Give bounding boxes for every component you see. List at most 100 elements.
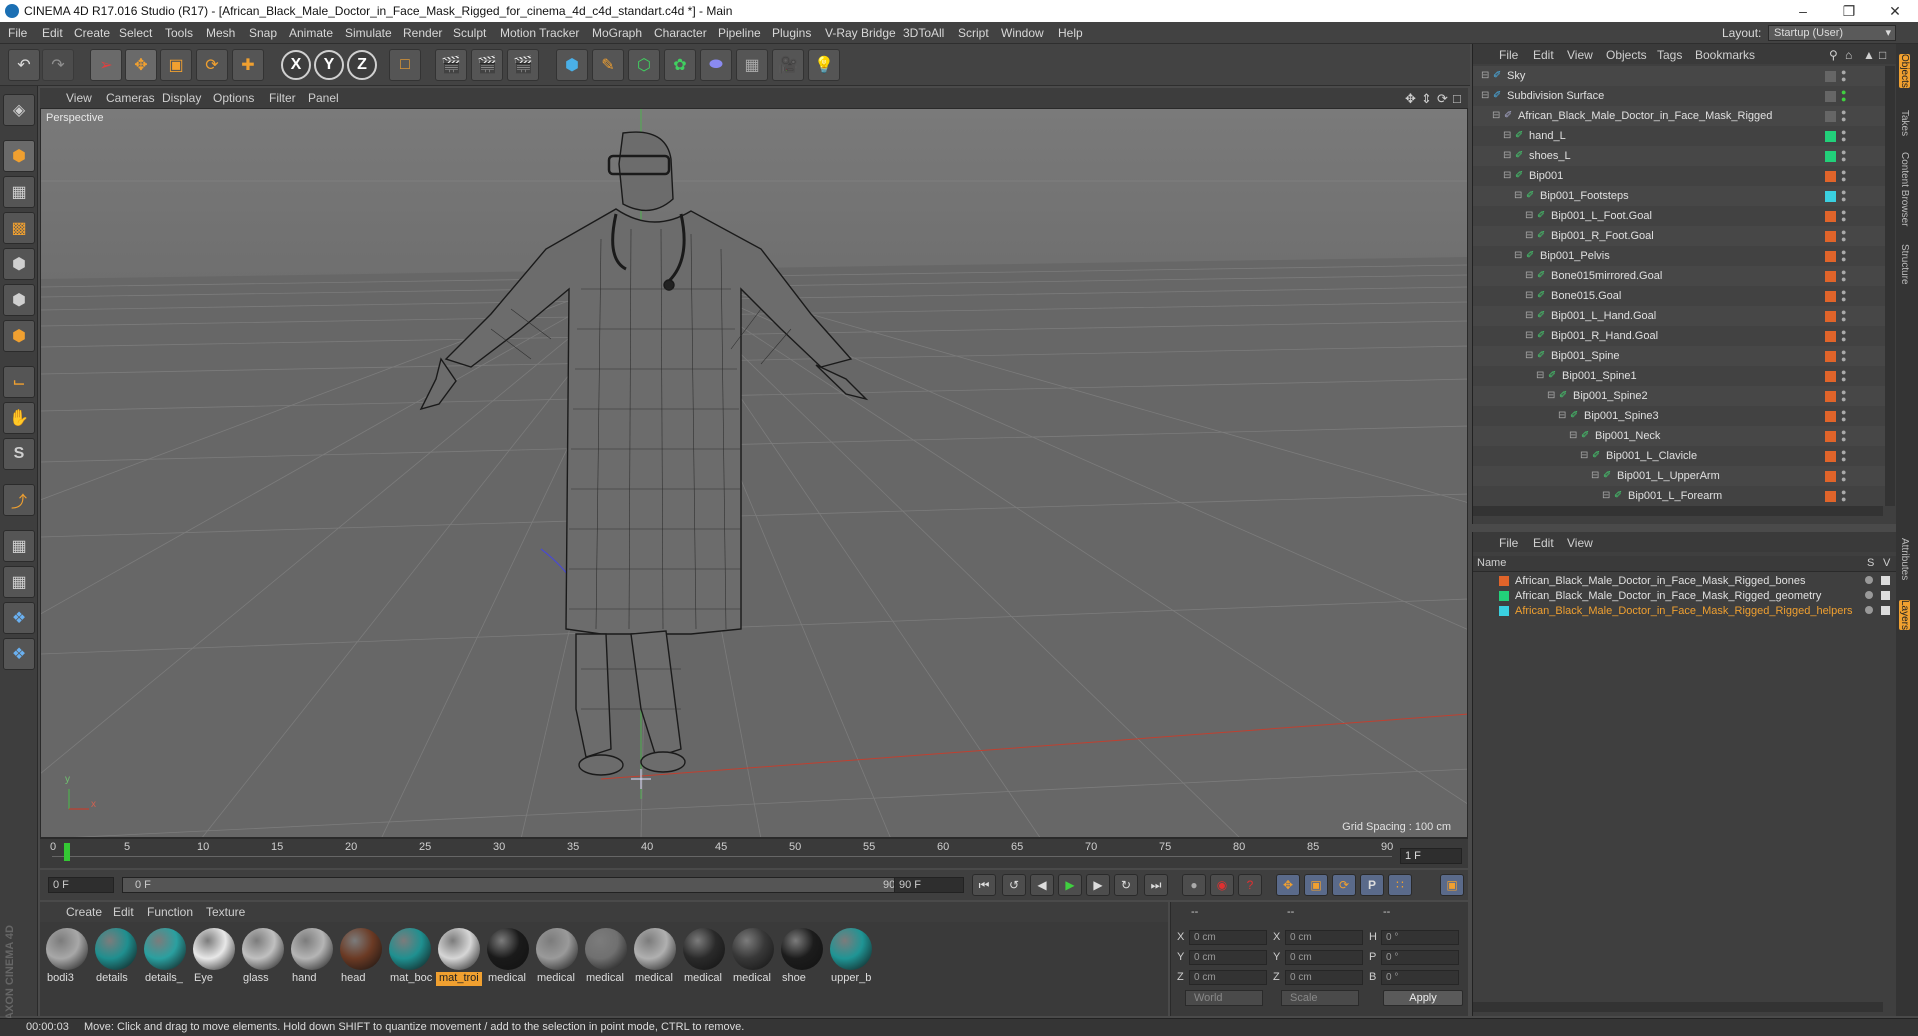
- visibility-dots-icon[interactable]: ● ●: [1841, 388, 1846, 404]
- layer-color-swatch[interactable]: [1825, 371, 1836, 382]
- layer-color-swatch[interactable]: [1825, 351, 1836, 362]
- timeline-playhead[interactable]: [64, 843, 70, 861]
- object-row[interactable]: ⊟ ✐ Bone015.Goal ● ●: [1473, 286, 1885, 306]
- layer-color-swatch[interactable]: [1825, 191, 1836, 202]
- menu-mograph[interactable]: MoGraph: [592, 26, 642, 40]
- axis-mode-button[interactable]: ⌙: [3, 366, 35, 398]
- layer-color-swatch[interactable]: [1825, 291, 1836, 302]
- object-row[interactable]: ⊟ ✐ Bip001_L_Hand.Goal ● ●: [1473, 306, 1885, 326]
- layer-solo-toggle[interactable]: [1865, 591, 1873, 599]
- apply-button[interactable]: Apply: [1383, 990, 1463, 1006]
- floor-button[interactable]: ▦: [736, 49, 768, 81]
- workplane-mode-button[interactable]: ▩: [3, 212, 35, 244]
- layer-color-swatch[interactable]: [1825, 331, 1836, 342]
- object-row[interactable]: ⊟ ✐ Bip001_Spine ● ●: [1473, 346, 1885, 366]
- layer-color-swatch[interactable]: [1825, 91, 1836, 102]
- object-row[interactable]: ⊟ ✐ hand_L ● ●: [1473, 126, 1885, 146]
- material-swatch[interactable]: medical: [632, 926, 678, 988]
- object-menu-file[interactable]: File: [1499, 48, 1518, 62]
- layer-solo-toggle[interactable]: [1865, 606, 1873, 614]
- subdivision-button[interactable]: ⬡: [628, 49, 660, 81]
- visibility-dots-icon[interactable]: ● ●: [1841, 488, 1846, 504]
- menu-pipeline[interactable]: Pipeline: [718, 26, 761, 40]
- menu-plugins[interactable]: Plugins: [772, 26, 811, 40]
- object-row[interactable]: ⊟ ✐ shoes_L ● ●: [1473, 146, 1885, 166]
- viewport-menu-options[interactable]: Options: [213, 91, 254, 105]
- timeline-ruler[interactable]: 0 5 10 15 20 25 30 35 40 45 50 55 60 65 …: [40, 838, 1468, 868]
- material-swatch[interactable]: medical: [485, 926, 531, 988]
- material-swatch[interactable]: medical: [583, 926, 629, 988]
- layer-row[interactable]: African_Black_Male_Doctor_in_Face_Mask_R…: [1473, 589, 1897, 604]
- menu-help[interactable]: Help: [1058, 26, 1083, 40]
- layer-color-swatch[interactable]: [1499, 576, 1509, 586]
- live-selection-button[interactable]: ✚: [232, 49, 264, 81]
- expand-collapse-icon[interactable]: ⊟: [1503, 150, 1513, 161]
- expand-collapse-icon[interactable]: ⊟: [1591, 470, 1601, 481]
- goto-end-button[interactable]: ⏭: [1144, 874, 1168, 896]
- visibility-dots-icon[interactable]: ● ●: [1841, 308, 1846, 324]
- expand-collapse-icon[interactable]: ⊟: [1492, 110, 1502, 121]
- navigate-up-icon[interactable]: ▲: [1863, 48, 1875, 62]
- expand-collapse-icon[interactable]: ⊟: [1536, 370, 1546, 381]
- key-pla-button[interactable]: ∷: [1388, 874, 1412, 896]
- tab-content-browser[interactable]: Content Browser: [1899, 152, 1910, 226]
- visibility-dots-icon[interactable]: ● ●: [1841, 288, 1846, 304]
- x-axis-lock-button[interactable]: X: [281, 50, 311, 80]
- light-button[interactable]: 💡: [808, 49, 840, 81]
- expand-collapse-icon[interactable]: ⊟: [1525, 310, 1535, 321]
- object-menu-tags[interactable]: Tags: [1657, 48, 1682, 62]
- grid-lock-button[interactable]: ▦: [3, 530, 35, 562]
- material-swatch[interactable]: medical: [681, 926, 727, 988]
- prev-frame-button[interactable]: ◀: [1030, 874, 1054, 896]
- coordinate-system-button[interactable]: □: [389, 49, 421, 81]
- layer-row[interactable]: African_Black_Male_Doctor_in_Face_Mask_R…: [1473, 574, 1897, 589]
- visibility-dots-icon[interactable]: ● ●: [1841, 468, 1846, 484]
- goto-start-button[interactable]: ⏮: [972, 874, 996, 896]
- tab-layers[interactable]: Layers: [1899, 600, 1910, 631]
- layer-visible-toggle[interactable]: [1881, 576, 1890, 585]
- current-frame-field[interactable]: 1 F: [1400, 848, 1462, 864]
- menu-script[interactable]: Script: [958, 26, 989, 40]
- key-rotation-button[interactable]: ⟳: [1332, 874, 1356, 896]
- points-mode-button[interactable]: ⬢: [3, 248, 35, 280]
- search-icon[interactable]: ⚲: [1829, 48, 1838, 62]
- y-axis-lock-button[interactable]: Y: [314, 50, 344, 80]
- menu-mesh[interactable]: Mesh: [206, 26, 235, 40]
- menu-edit[interactable]: Edit: [42, 26, 63, 40]
- layer-visible-toggle[interactable]: [1881, 591, 1890, 600]
- object-menu-view[interactable]: View: [1567, 48, 1593, 62]
- menu-vray-bridge[interactable]: V-Ray Bridge: [825, 26, 896, 40]
- viewport-menu-display[interactable]: Display: [162, 91, 201, 105]
- menu-render[interactable]: Render: [403, 26, 442, 40]
- tweak-mode-button[interactable]: ✋: [3, 402, 35, 434]
- snapping-button[interactable]: S: [3, 438, 35, 470]
- make-editable-button[interactable]: ◈: [3, 94, 35, 126]
- object-row[interactable]: ⊟ ✐ Bip001_Neck ● ●: [1473, 426, 1885, 446]
- visibility-dots-icon[interactable]: ● ●: [1841, 328, 1846, 344]
- material-swatch[interactable]: shoe: [779, 926, 825, 988]
- frame-range-slider[interactable]: 0 F 90 F: [122, 877, 926, 893]
- layer-color-swatch[interactable]: [1825, 131, 1836, 142]
- visibility-dots-icon[interactable]: ● ●: [1841, 108, 1846, 124]
- layer-color-swatch[interactable]: [1825, 211, 1836, 222]
- layer-color-swatch[interactable]: [1499, 591, 1509, 601]
- expand-collapse-icon[interactable]: ⊟: [1481, 70, 1491, 81]
- object-row[interactable]: ⊟ ✐ Bip001_Footsteps ● ●: [1473, 186, 1885, 206]
- viewport-menu-panel[interactable]: Panel: [308, 91, 339, 105]
- spline-pen-button[interactable]: ✎: [592, 49, 624, 81]
- material-menu-create[interactable]: Create: [66, 905, 102, 919]
- layer-color-swatch[interactable]: [1825, 311, 1836, 322]
- timeline-window-button[interactable]: ▣: [1440, 874, 1464, 896]
- visibility-dots-icon[interactable]: ● ●: [1841, 128, 1846, 144]
- menu-sculpt[interactable]: Sculpt: [453, 26, 486, 40]
- layer-color-swatch[interactable]: [1825, 251, 1836, 262]
- undo-button[interactable]: ↶: [8, 49, 40, 81]
- layer-col-visible[interactable]: V: [1883, 557, 1890, 569]
- play-button[interactable]: ▶: [1058, 874, 1082, 896]
- layer-color-swatch[interactable]: [1825, 231, 1836, 242]
- position-y-field[interactable]: 0 cm: [1189, 950, 1267, 965]
- layer-color-swatch[interactable]: [1825, 151, 1836, 162]
- size-mode-dropdown[interactable]: Scale: [1281, 990, 1359, 1006]
- visibility-dots-icon[interactable]: ● ●: [1841, 68, 1846, 84]
- rotate-tool-button[interactable]: ⟳: [196, 49, 228, 81]
